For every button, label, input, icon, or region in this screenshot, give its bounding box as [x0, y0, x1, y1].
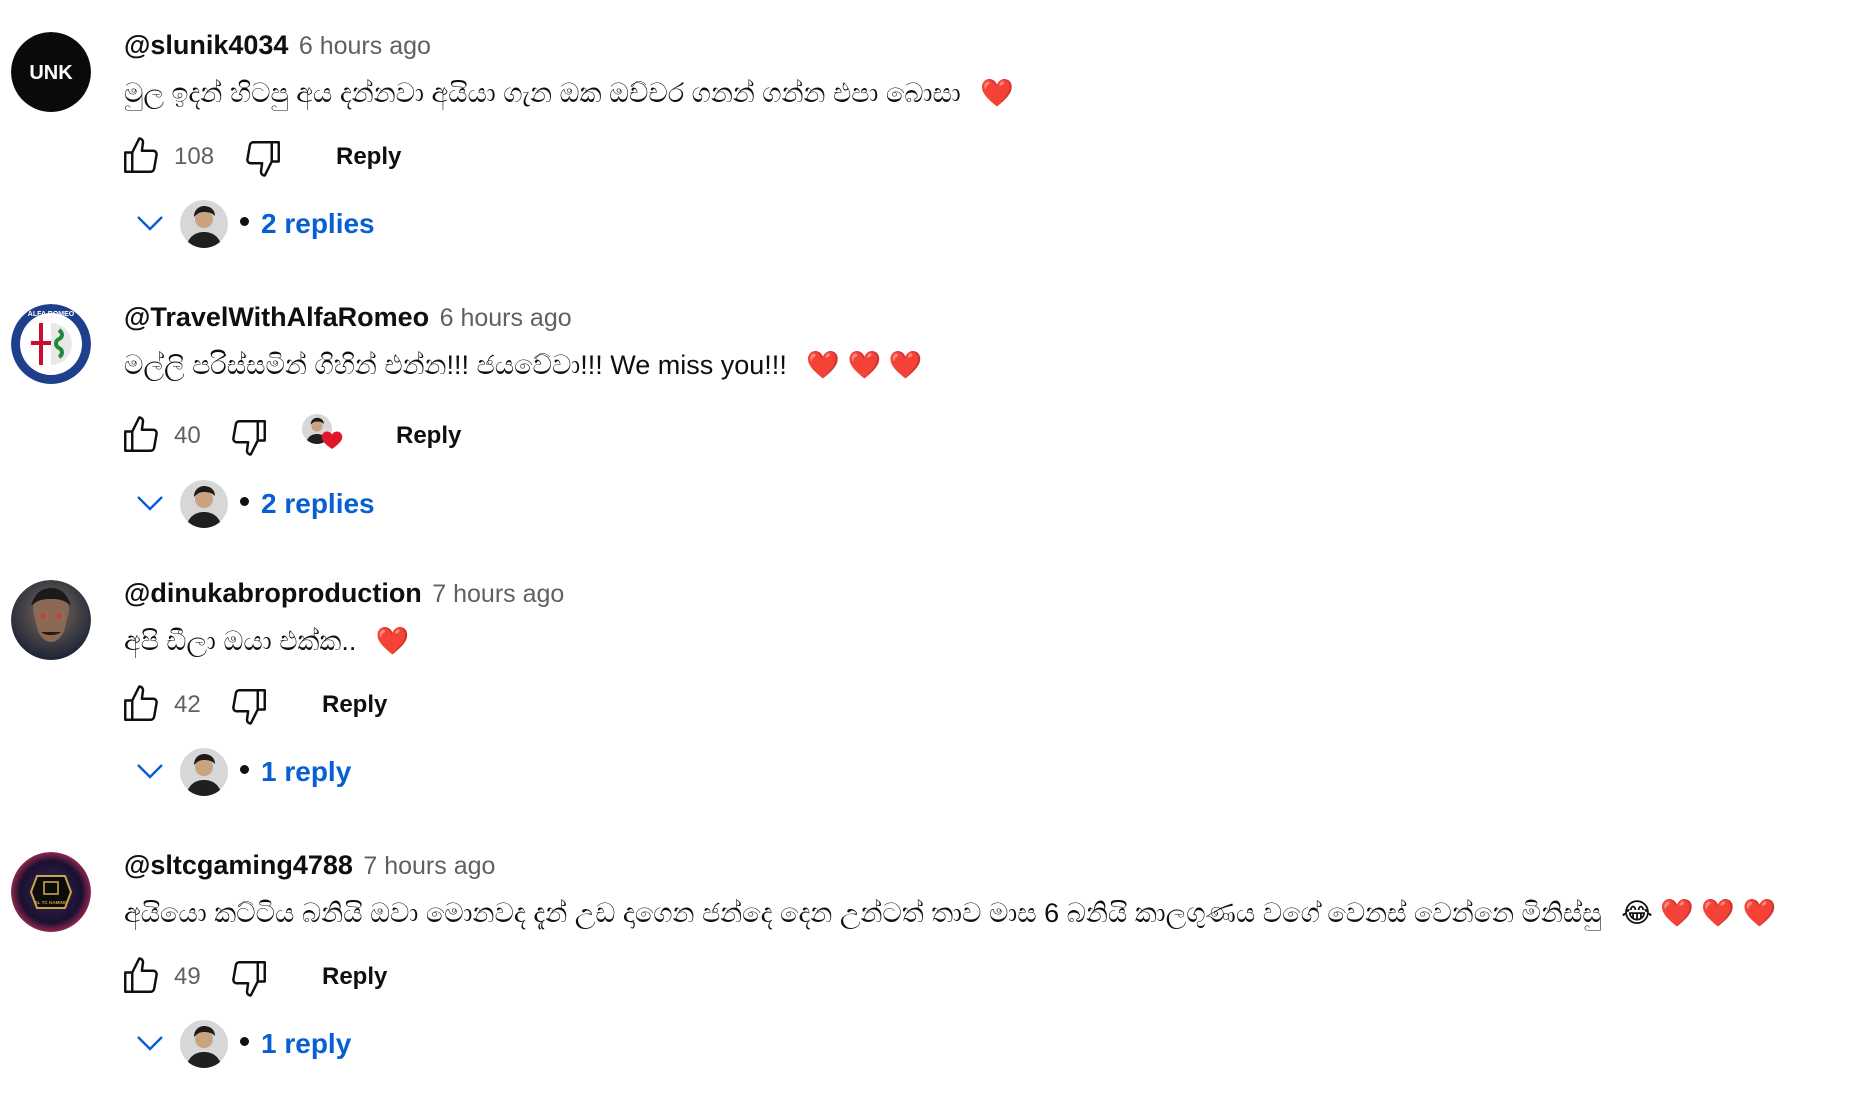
- reply-avatar: [180, 480, 228, 528]
- comment-header: @sltcgaming4788 7 hours ago: [124, 850, 495, 881]
- separator-dot: [240, 497, 249, 506]
- view-replies-button[interactable]: 1 reply: [130, 1018, 530, 1070]
- chevron-down-icon: [137, 496, 163, 511]
- dislike-icon: [242, 137, 284, 179]
- like-button[interactable]: [120, 414, 164, 458]
- view-replies-button[interactable]: 2 replies: [130, 198, 530, 250]
- comment-body: මුල ඉදන් හිටපු අය දන්නවා අයියා ගැන ඔක ඔච…: [124, 78, 961, 108]
- comment-thread: SL TC GAMING @sltcgaming4788 7 hours ago…: [0, 820, 1860, 1090]
- dislike-icon: [228, 416, 270, 458]
- like-icon: [120, 683, 162, 725]
- like-button[interactable]: [120, 135, 164, 179]
- timestamp[interactable]: 7 hours ago: [363, 852, 495, 880]
- comment-actions: 40 Reply: [120, 414, 720, 458]
- heart-icon: [320, 428, 344, 452]
- comment-header: @dinukabroproduction 7 hours ago: [124, 578, 564, 609]
- dislike-button[interactable]: [242, 137, 286, 181]
- comment-thread: @dinukabroproduction 7 hours ago අපි ඩීල…: [0, 548, 1860, 818]
- avatar[interactable]: ALFA ROMEO: [11, 304, 91, 384]
- avatar[interactable]: [11, 580, 91, 660]
- dislike-button[interactable]: [228, 416, 272, 460]
- chevron-down-icon: [137, 216, 163, 231]
- like-button[interactable]: [120, 683, 164, 727]
- like-count: 108: [174, 143, 215, 170]
- author-name[interactable]: @dinukabroproduction: [124, 578, 422, 608]
- comment-body: මල්ලි පරිස්සමින් ගිහින් එන්න!!! ජයවේවා!!…: [124, 350, 787, 380]
- comment-text: මල්ලි පරිස්සමින් ගිහින් එන්න!!! ජයවේවා!!…: [124, 349, 922, 382]
- author-name[interactable]: @sltcgaming4788: [124, 850, 353, 880]
- separator-dot: [240, 765, 249, 774]
- replies-count: 2 replies: [261, 208, 375, 239]
- avatar[interactable]: SL TC GAMING: [11, 852, 91, 932]
- like-count: 49: [174, 963, 201, 990]
- dislike-icon: [228, 957, 270, 999]
- comment-actions: 49 Reply: [120, 955, 720, 999]
- comment-emoji: ❤️: [980, 78, 1014, 108]
- view-replies-button[interactable]: 1 reply: [130, 746, 530, 798]
- comment-body: අයියො කට්ටිය බනියි ඔවා මොනවද දැන් උඩ දාග…: [124, 898, 1602, 928]
- reply-avatar: [180, 200, 228, 248]
- like-icon: [120, 955, 162, 997]
- creator-heart-badge: [302, 414, 346, 458]
- like-icon: [120, 414, 162, 456]
- avatar-label: ALFA ROMEO: [28, 311, 75, 318]
- timestamp[interactable]: 7 hours ago: [432, 580, 564, 608]
- like-count: 42: [174, 691, 201, 718]
- chevron-down-icon: [137, 1036, 163, 1051]
- separator-dot: [240, 1037, 249, 1046]
- view-replies-button[interactable]: 2 replies: [130, 478, 530, 530]
- comment-header: @TravelWithAlfaRomeo 6 hours ago: [124, 302, 572, 333]
- reply-avatar: [180, 748, 228, 796]
- timestamp[interactable]: 6 hours ago: [299, 32, 431, 60]
- replies-count: 1 reply: [261, 756, 352, 787]
- dislike-button[interactable]: [228, 685, 272, 729]
- avatar[interactable]: UNK: [11, 32, 91, 112]
- reply-button[interactable]: Reply: [336, 143, 401, 171]
- comment-text: අපි ඩීලා ඔයා එක්ක.. ❤️: [124, 625, 409, 658]
- replies-count: 2 replies: [261, 488, 375, 519]
- comment-emoji: ❤️: [375, 626, 410, 656]
- reply-button[interactable]: Reply: [322, 691, 387, 719]
- comment-text: මුල ඉදන් හිටපු අය දන්නවා අයියා ගැන ඔක ඔච…: [124, 77, 1014, 110]
- dislike-button[interactable]: [228, 957, 272, 1001]
- comment-actions: 108 Reply: [120, 135, 720, 179]
- comment-header: @slunik4034 6 hours ago: [124, 30, 431, 61]
- timestamp[interactable]: 6 hours ago: [440, 304, 572, 332]
- author-name[interactable]: @slunik4034: [124, 30, 288, 60]
- reply-avatar: [180, 1020, 228, 1068]
- avatar-label: UNK: [29, 62, 73, 84]
- like-count: 40: [174, 422, 201, 449]
- avatar-label: SL TC GAMING: [35, 900, 68, 905]
- comment-emoji: ❤️ ❤️ ❤️: [806, 350, 923, 380]
- author-name[interactable]: @TravelWithAlfaRomeo: [124, 302, 429, 332]
- comment-body: අපි ඩීලා ඔයා එක්ක..: [124, 626, 357, 656]
- replies-count: 1 reply: [261, 1028, 352, 1059]
- like-button[interactable]: [120, 955, 164, 999]
- chevron-down-icon: [137, 764, 163, 779]
- dislike-icon: [228, 685, 270, 727]
- like-icon: [120, 135, 162, 177]
- comment-actions: 42 Reply: [120, 683, 720, 727]
- comment-thread: UNK @slunik4034 6 hours ago මුල ඉදන් හිට…: [0, 0, 1860, 270]
- comment-thread: ALFA ROMEO @TravelWithAlfaRomeo 6 hours …: [0, 272, 1860, 542]
- comment-text: අයියො කට්ටිය බනියි ඔවා මොනවද දැන් උඩ දාග…: [124, 897, 1776, 930]
- reply-button[interactable]: Reply: [396, 422, 461, 450]
- comment-emoji: 😂 ❤️ ❤️ ❤️: [1621, 898, 1777, 928]
- reply-button[interactable]: Reply: [322, 963, 387, 991]
- separator-dot: [240, 217, 249, 226]
